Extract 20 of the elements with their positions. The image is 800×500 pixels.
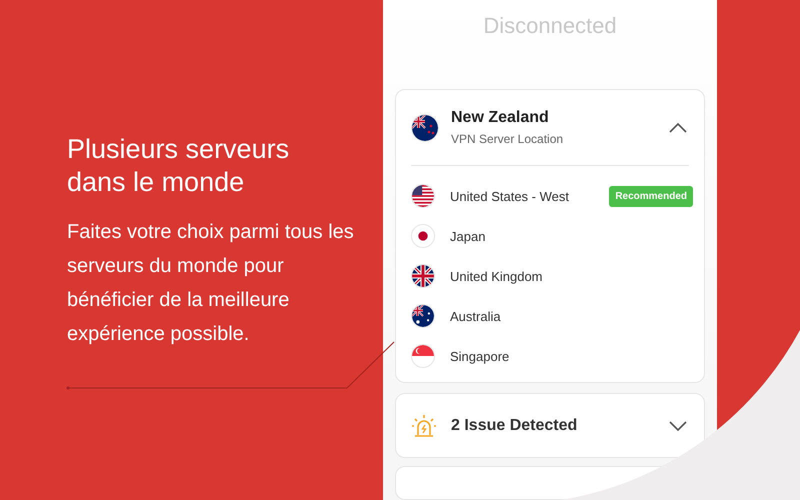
flag-icon xyxy=(411,264,435,288)
flag-icon xyxy=(411,114,439,142)
flag-icon xyxy=(411,224,435,248)
server-row[interactable]: Singapore xyxy=(411,336,689,376)
recommended-badge: Recommended xyxy=(609,186,693,207)
flag-icon xyxy=(411,304,435,328)
flag-icon xyxy=(411,184,435,208)
location-title: New Zealand xyxy=(451,108,550,128)
location-subtitle: VPN Server Location xyxy=(451,130,564,148)
flag-icon xyxy=(411,344,435,368)
promo-description: Faites votre choix parmi tous les serveurs du monde pour bénéficier de la meilleure expérience possible. xyxy=(67,220,355,347)
issue-card[interactable]: 2 Issue Detected xyxy=(395,393,705,458)
server-row[interactable]: Japan xyxy=(411,216,689,256)
server-row[interactable]: United Kingdom xyxy=(411,256,689,296)
promo-heading: Plusieurs serveurs dans le monde xyxy=(67,133,290,199)
server-row[interactable]: Australia xyxy=(411,296,689,336)
chevron-icon[interactable] xyxy=(669,420,687,431)
alarm-light-icon xyxy=(411,412,437,439)
issue-title: 2 Issue Detected xyxy=(451,416,578,436)
chevron-icon[interactable] xyxy=(669,122,687,133)
